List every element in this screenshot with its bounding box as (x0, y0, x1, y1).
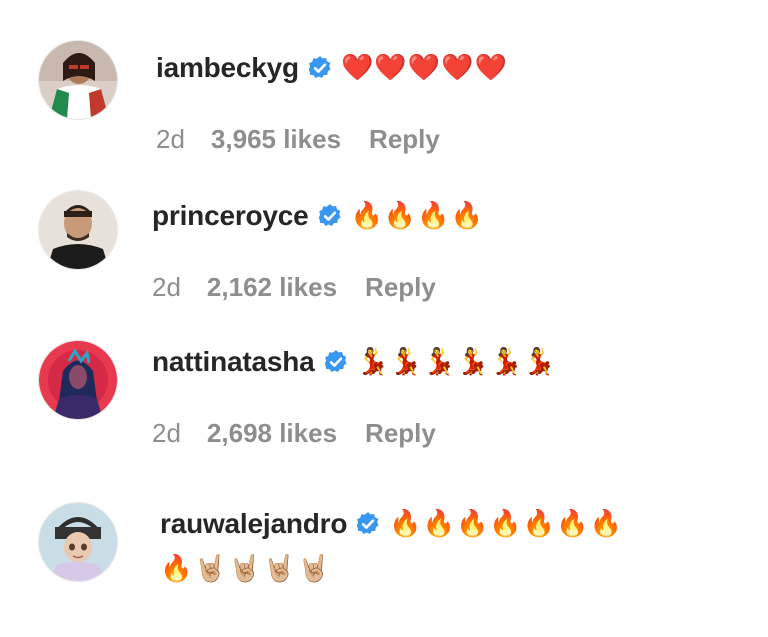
comment-likes[interactable]: 3,965 likes (211, 124, 341, 155)
comment-text: 🔥🔥🔥🔥 (350, 201, 485, 231)
comment-text: ❤️❤️❤️❤️❤️ (340, 53, 508, 83)
reply-button[interactable]: Reply (365, 272, 436, 303)
comment-age[interactable]: 2d (152, 418, 181, 449)
comment-likes[interactable]: 2,162 likes (207, 272, 337, 303)
reply-button[interactable]: Reply (369, 124, 440, 155)
verified-badge-icon (317, 203, 343, 229)
comment-username[interactable]: nattinatasha (152, 346, 315, 378)
verified-badge-icon (307, 55, 333, 81)
comment-age[interactable]: 2d (156, 124, 185, 155)
comment-username[interactable]: princeroyce (152, 200, 309, 232)
comment-text-line2: 🔥🤘🏼🤘🏼🤘🏼🤘🏼 (160, 554, 332, 584)
comment-username[interactable]: rauwalejandro (160, 508, 347, 540)
reply-button[interactable]: Reply (365, 418, 436, 449)
verified-badge-icon (355, 511, 381, 537)
comment-username[interactable]: iambeckyg (156, 52, 299, 84)
avatar[interactable] (38, 502, 118, 582)
avatar[interactable] (38, 190, 118, 270)
avatar[interactable] (38, 340, 118, 420)
comment-text: 🔥🔥🔥🔥🔥🔥🔥 (389, 509, 623, 539)
comment-age[interactable]: 2d (152, 272, 181, 303)
verified-badge-icon (323, 349, 349, 375)
comment-text: 💃💃💃💃💃💃 (356, 347, 557, 377)
comment-likes[interactable]: 2,698 likes (207, 418, 337, 449)
avatar[interactable] (38, 40, 118, 120)
